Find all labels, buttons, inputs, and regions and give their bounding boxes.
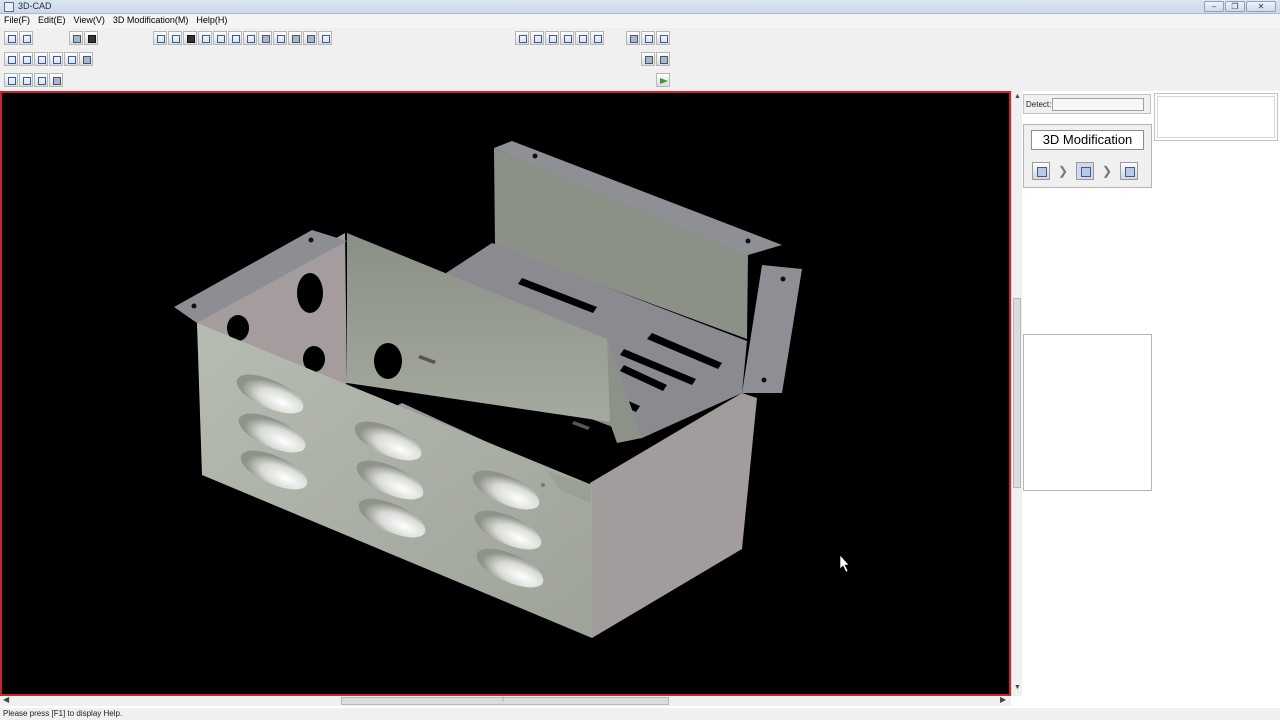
title-bar: 3D-CAD – ❐ ✕ (0, 0, 1280, 14)
dimension-edit-icon[interactable] (641, 52, 655, 66)
status-bar: Please press [F1] to display Help. (0, 708, 1280, 720)
minimize-button[interactable]: – (1204, 1, 1224, 12)
list-icon[interactable] (590, 31, 604, 45)
menu-view[interactable]: View(V) (70, 14, 109, 28)
window-controls: – ❐ ✕ (1204, 1, 1276, 12)
measure-icon[interactable] (515, 31, 529, 45)
menu-help[interactable]: Help(H) (192, 14, 231, 28)
properties-icon[interactable] (656, 31, 670, 45)
cad-model (174, 141, 850, 638)
extend-icon[interactable] (19, 73, 33, 87)
toolbar-extra (641, 52, 670, 66)
shade-icon[interactable] (273, 31, 287, 45)
info-box (1023, 334, 1152, 491)
box-icon[interactable] (1076, 162, 1094, 180)
zoom-out-icon[interactable] (213, 31, 227, 45)
scroll-right-icon[interactable]: ▶ (1000, 695, 1006, 704)
close-button[interactable]: ✕ (1246, 1, 1276, 12)
horizontal-scroll-thumb[interactable]: ⁞ (341, 696, 669, 705)
right-panel: Detect: 3D Modification ❯ ❯ (1022, 91, 1280, 708)
grid-icon[interactable] (318, 31, 332, 45)
fillet-icon[interactable] (34, 73, 48, 87)
window-title: 3D-CAD (18, 1, 52, 11)
scroll-down-icon[interactable]: ▼ (1014, 684, 1021, 691)
trim-icon[interactable] (4, 73, 18, 87)
pan-icon[interactable] (258, 31, 272, 45)
circle-icon[interactable] (49, 52, 63, 66)
toolbar-sketch (4, 52, 93, 66)
toolbar-measure (515, 31, 604, 45)
restore-button[interactable]: ❐ (1225, 1, 1245, 12)
line-icon[interactable] (4, 52, 18, 66)
zoom-all-icon[interactable] (228, 31, 242, 45)
attribute-icon[interactable] (656, 52, 670, 66)
spline-icon[interactable] (64, 52, 78, 66)
toolbar-standard (4, 31, 98, 45)
toolbar-run (656, 73, 670, 87)
save-icon[interactable] (84, 31, 98, 45)
zoom-in-icon[interactable] (198, 31, 212, 45)
section-icon[interactable] (530, 31, 544, 45)
preview-box (1154, 93, 1278, 141)
detect-label: Detect: (1026, 100, 1052, 109)
hierarchy-icon[interactable] (575, 31, 589, 45)
mouse-cursor (839, 554, 850, 573)
menu-bar: File(F) Edit(E) View(V) 3D Modification(… (0, 14, 1280, 28)
arc-icon[interactable] (19, 52, 33, 66)
3d-modification-panel: 3D Modification ❯ ❯ (1023, 124, 1152, 188)
modification-tools: ❯ ❯ (1032, 162, 1138, 180)
modification-title: 3D Modification (1031, 130, 1144, 150)
rotate-icon[interactable] (243, 31, 257, 45)
edit-face-icon[interactable] (1032, 162, 1050, 180)
app-icon (4, 2, 14, 12)
window-zoom-icon[interactable] (183, 31, 197, 45)
right-tab (742, 265, 802, 393)
open-icon[interactable] (69, 31, 83, 45)
dimension-icon[interactable] (545, 31, 559, 45)
detect-input[interactable] (1052, 98, 1144, 111)
toolbar-modify (4, 73, 63, 87)
vertical-scrollbar[interactable]: ▲ ▼ (1011, 91, 1022, 696)
menu-edit[interactable]: Edit(E) (34, 14, 70, 28)
status-text: Please press [F1] to display Help. (3, 709, 123, 718)
execute-icon[interactable] (656, 73, 670, 87)
toolbar-part (626, 31, 670, 45)
pattern-icon[interactable] (79, 52, 93, 66)
next-icon: ❯ (1101, 164, 1113, 178)
plane-icon[interactable] (1120, 162, 1138, 180)
undo-icon[interactable] (4, 31, 18, 45)
assembly-icon[interactable] (641, 31, 655, 45)
menu-3d-modification[interactable]: 3D Modification(M) (109, 14, 193, 28)
redo-icon[interactable] (19, 31, 33, 45)
toolbar-area (0, 28, 1280, 91)
horizontal-scrollbar[interactable]: ◀ ⁞ ▶ (0, 695, 1011, 706)
tree-icon[interactable] (560, 31, 574, 45)
polyline-icon[interactable] (34, 52, 48, 66)
hide-icon[interactable] (288, 31, 302, 45)
chamfer-icon[interactable] (49, 73, 63, 87)
view-front-icon[interactable] (153, 31, 167, 45)
next-icon: ❯ (1057, 164, 1069, 178)
3d-viewport[interactable] (0, 91, 1011, 696)
layer-icon[interactable] (303, 31, 317, 45)
part-icon[interactable] (626, 31, 640, 45)
detect-box: Detect: (1023, 94, 1151, 114)
fit-icon[interactable] (168, 31, 182, 45)
menu-file[interactable]: File(F) (0, 14, 34, 28)
scroll-left-icon[interactable]: ◀ (3, 695, 9, 704)
vertical-scroll-thumb[interactable] (1013, 298, 1021, 488)
toolbar-view (153, 31, 332, 45)
scroll-up-icon[interactable]: ▲ (1014, 93, 1021, 100)
application-window: 3D-CAD – ❐ ✕ File(F) Edit(E) View(V) 3D … (0, 0, 1280, 720)
